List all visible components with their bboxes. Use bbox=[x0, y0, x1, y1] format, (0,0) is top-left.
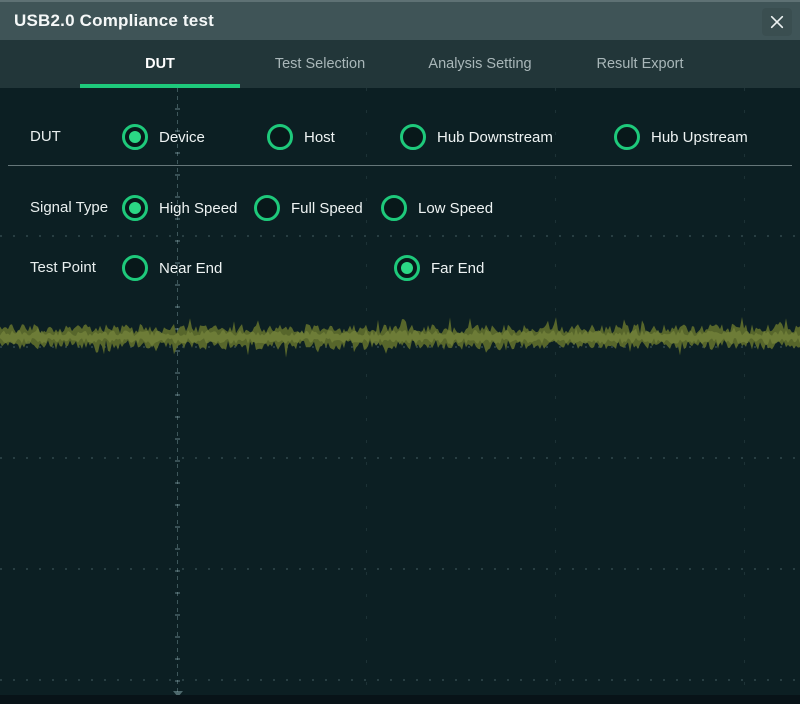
dialog-titlebar: USB2.0 Compliance test bbox=[0, 0, 800, 40]
radio-icon bbox=[122, 255, 148, 281]
radio-icon bbox=[400, 124, 426, 150]
radio-icon bbox=[254, 195, 280, 221]
radio-label: Far End bbox=[431, 260, 484, 277]
radio-icon bbox=[394, 255, 420, 281]
form-row-test-point: Test Point Near End Far End bbox=[0, 255, 800, 281]
gridline-horizontal bbox=[0, 346, 800, 348]
form-row-dut: DUT Device Host Hub Downstream Hub Upstr… bbox=[0, 124, 800, 150]
graticule bbox=[0, 88, 800, 704]
radio-icon bbox=[122, 195, 148, 221]
gridline-horizontal bbox=[0, 568, 800, 570]
oscilloscope-screen: USB2.0 Compliance test DUT Test Selectio… bbox=[0, 0, 800, 704]
tab-test-selection[interactable]: Test Selection bbox=[240, 40, 400, 88]
form-row-signal-type: Signal Type High Speed Full Speed Low Sp… bbox=[0, 195, 800, 221]
radio-option-hub-upstream[interactable]: Hub Upstream bbox=[614, 124, 748, 150]
row-label-dut: DUT bbox=[30, 124, 61, 150]
radio-label: Device bbox=[159, 129, 205, 146]
tab-label: Test Selection bbox=[275, 56, 365, 72]
tab-strip: DUT Test Selection Analysis Setting Resu… bbox=[80, 40, 720, 88]
radio-label: Near End bbox=[159, 260, 222, 277]
gridline-vertical bbox=[366, 88, 367, 694]
gridline-vertical bbox=[744, 88, 745, 694]
radio-option-high-speed[interactable]: High Speed bbox=[122, 195, 237, 221]
waveform-trace bbox=[0, 0, 800, 704]
tab-bar: DUT Test Selection Analysis Setting Resu… bbox=[0, 40, 800, 88]
tab-dut[interactable]: DUT bbox=[80, 40, 240, 88]
tab-analysis-setting[interactable]: Analysis Setting bbox=[400, 40, 560, 88]
radio-label: Low Speed bbox=[418, 200, 493, 217]
radio-label: Full Speed bbox=[291, 200, 363, 217]
gridline-horizontal bbox=[0, 235, 800, 237]
radio-label: Host bbox=[304, 129, 335, 146]
radio-option-hub-downstream[interactable]: Hub Downstream bbox=[400, 124, 553, 150]
section-divider bbox=[8, 165, 792, 166]
radio-option-host[interactable]: Host bbox=[267, 124, 335, 150]
radio-option-low-speed[interactable]: Low Speed bbox=[381, 195, 493, 221]
radio-option-far-end[interactable]: Far End bbox=[394, 255, 484, 281]
dialog-title: USB2.0 Compliance test bbox=[14, 11, 214, 31]
radio-label: Hub Downstream bbox=[437, 129, 553, 146]
radio-option-full-speed[interactable]: Full Speed bbox=[254, 195, 363, 221]
tab-label: DUT bbox=[145, 56, 175, 72]
screen-bottom-edge bbox=[0, 695, 800, 704]
radio-option-device[interactable]: Device bbox=[122, 124, 205, 150]
tab-label: Result Export bbox=[596, 56, 683, 72]
gridline-center-vertical bbox=[177, 88, 178, 694]
gridline-vertical bbox=[555, 88, 556, 694]
tab-label: Analysis Setting bbox=[428, 56, 531, 72]
radio-icon bbox=[122, 124, 148, 150]
radio-icon bbox=[381, 195, 407, 221]
gridline-horizontal bbox=[0, 457, 800, 459]
tab-result-export[interactable]: Result Export bbox=[560, 40, 720, 88]
radio-label: Hub Upstream bbox=[651, 129, 748, 146]
close-icon bbox=[768, 11, 786, 33]
row-label-test-point: Test Point bbox=[30, 255, 96, 281]
gridline-horizontal bbox=[0, 679, 800, 681]
radio-icon bbox=[614, 124, 640, 150]
radio-label: High Speed bbox=[159, 200, 237, 217]
radio-icon bbox=[267, 124, 293, 150]
radio-option-near-end[interactable]: Near End bbox=[122, 255, 222, 281]
row-label-signal-type: Signal Type bbox=[30, 195, 108, 221]
close-button[interactable] bbox=[762, 8, 792, 36]
